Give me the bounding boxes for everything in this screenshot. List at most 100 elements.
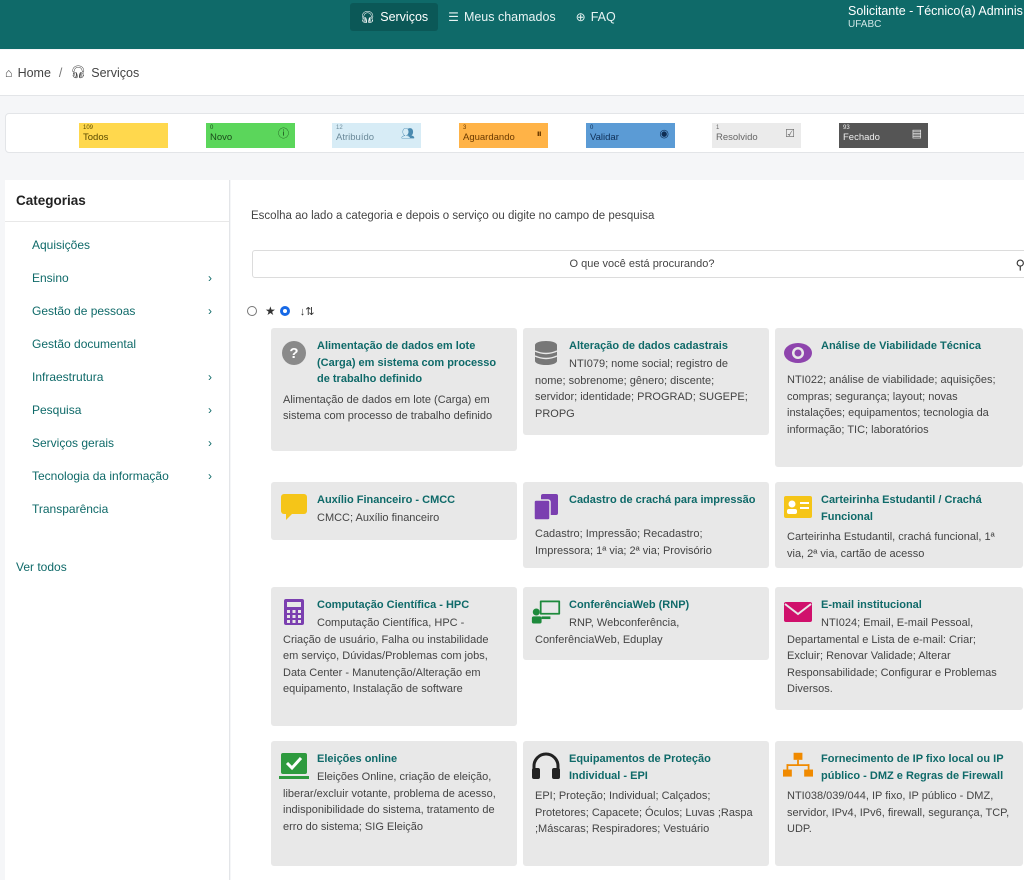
view-options: ★ ↓⇅: [247, 304, 314, 318]
breadcrumb-current[interactable]: Serviços: [91, 66, 139, 80]
sidebar-item-transparencia[interactable]: Transparência: [32, 502, 212, 516]
sidebar-item-pesquisa[interactable]: Pesquisa ›: [32, 403, 212, 417]
instruction-text: Escolha ao lado a categoria e depois o s…: [251, 210, 655, 222]
search-input[interactable]: O que você está procurando? ⚲: [252, 250, 1024, 278]
sidebar-item-label: Transparência: [32, 502, 109, 516]
presentation-icon: [531, 597, 561, 627]
lifebuoy-icon: ⊕: [575, 10, 586, 24]
star-icon: ★: [265, 304, 276, 318]
service-card[interactable]: Equipamentos de Proteção Individual - EP…: [523, 741, 769, 866]
calculator-icon: [279, 597, 309, 627]
copy-icon: [531, 492, 561, 522]
sidebar-item-label: Ensino: [32, 271, 69, 285]
breadcrumb: ⌂ Home / 🎧︎ Serviços: [0, 50, 1024, 96]
card-title: Eleições online: [317, 753, 398, 765]
breadcrumb-home[interactable]: Home: [18, 66, 51, 80]
database-icon: [531, 338, 561, 368]
search-icon[interactable]: ⚲: [1015, 257, 1024, 273]
sort-icon[interactable]: ↓⇅: [300, 305, 315, 318]
sidebar-item-ensino[interactable]: Ensino ›: [32, 271, 212, 285]
categories-sidebar: Categorias Aquisições Ensino › Gestão de…: [5, 180, 230, 880]
service-card[interactable]: Análise de Viabilidade Técnica NTI022; a…: [775, 328, 1023, 467]
sidebar-item-infraestrutura[interactable]: Infraestrutura ›: [32, 370, 212, 384]
user-org: UFABC: [848, 19, 882, 30]
sidebar-item-label: Gestão de pessoas: [32, 304, 136, 318]
exclamation-circle-icon: ⓘ: [278, 128, 289, 140]
card-title: Equipamentos de Proteção Individual - EP…: [569, 753, 711, 782]
card-title: Auxílio Financeiro - CMCC: [317, 494, 456, 506]
service-card[interactable]: Eleições online Eleições Online, criação…: [271, 741, 517, 866]
card-title: Alteração de dados cadastrais: [569, 340, 728, 352]
headphones-icon: [531, 751, 561, 781]
card-title: Fornecimento de IP fixo local ou IP públ…: [821, 753, 1004, 782]
svg-text:?: ?: [289, 345, 298, 362]
chevron-right-icon: ›: [208, 304, 212, 318]
services-main: Escolha ao lado a categoria e depois o s…: [231, 180, 1024, 880]
service-card[interactable]: Carteirinha Estudantil / Crachá Funciona…: [775, 482, 1023, 568]
service-card[interactable]: Cadastro de crachá para impressão Cadast…: [523, 482, 769, 568]
service-card[interactable]: ? Alimentação de dados em lote (Carga) e…: [271, 328, 517, 451]
card-description: Cadastro; Impressão; Recadastro; Impress…: [535, 528, 712, 557]
nav-faq[interactable]: ⊕ FAQ: [566, 3, 626, 31]
card-title: Computação Científica - HPC: [317, 599, 470, 611]
sidebar-item-label: Pesquisa: [32, 403, 82, 417]
archive-icon: ▤: [911, 128, 922, 140]
question-icon: ?: [279, 338, 309, 368]
card-description: NTI022; análise de viabilidade; aquisiçõ…: [787, 374, 996, 436]
card-description: NTI038/039/044, IP fixo, IP público - DM…: [787, 790, 1010, 835]
card-description: NTI079; nome social; registro de nome; s…: [535, 358, 748, 420]
nav-faq-label: FAQ: [590, 10, 616, 24]
status-tile-aguardando[interactable]: 3 Aguardando ⏸︎: [459, 123, 548, 148]
sidebar-item-gestao-documental[interactable]: Gestão documental: [32, 337, 212, 351]
eye-icon: [783, 338, 813, 368]
service-card[interactable]: E-mail institucional NTI024; Email, E-ma…: [775, 587, 1023, 710]
status-tile-validar[interactable]: 0 Validar ◉: [586, 123, 675, 148]
card-title: Análise de Viabilidade Técnica: [821, 340, 981, 352]
sidebar-item-aquisicoes[interactable]: Aquisições: [32, 238, 212, 252]
card-description: Alimentação de dados em lote (Carga) em …: [283, 393, 493, 423]
status-tile-novo[interactable]: 0 Novo ⓘ: [206, 123, 295, 148]
card-description: EPI; Proteção; Individual; Calçados; Pro…: [535, 790, 753, 835]
users-icon: 👥︎: [401, 128, 415, 140]
nav-my-tickets[interactable]: ☰ Meus chamados: [438, 3, 565, 31]
service-card[interactable]: Alteração de dados cadastrais NTI079; no…: [523, 328, 769, 435]
service-card[interactable]: Computação Científica - HPC Computação C…: [271, 587, 517, 726]
chevron-right-icon: ›: [208, 370, 212, 384]
status-count: 109: [83, 125, 94, 131]
card-description: NTI024; Email, E-mail Pessoal, Departame…: [787, 617, 997, 695]
service-card[interactable]: ConferênciaWeb (RNP) RNP, Webconferência…: [523, 587, 769, 660]
view-radio-all[interactable]: [247, 306, 257, 316]
search-placeholder: O que você está procurando?: [569, 258, 715, 270]
user-menu[interactable]: Solicitante - Técnico(a) Adminis... UFAB…: [848, 4, 1024, 32]
status-tile-atribuido[interactable]: 12 Atribuído 👥︎: [332, 123, 421, 148]
main-nav: 🎧︎ Serviços ☰ Meus chamados ⊕ FAQ: [350, 3, 626, 31]
status-tile-todos[interactable]: 109 Todos: [79, 123, 168, 148]
nav-services[interactable]: 🎧︎ Serviços: [350, 3, 439, 31]
view-radio-favorites[interactable]: [279, 306, 290, 316]
sidebar-item-label: Tecnologia da informação: [32, 469, 169, 483]
headset-icon: 🎧︎: [360, 10, 376, 24]
status-tile-resolvido[interactable]: 1 Resolvido ☑: [712, 123, 801, 148]
status-label: Resolvido: [716, 132, 758, 143]
service-card[interactable]: Auxílio Financeiro - CMCC CMCC; Auxílio …: [271, 482, 517, 540]
eye-icon: ◉: [659, 128, 669, 140]
card-description: Computação Científica, HPC - Criação de …: [283, 617, 489, 695]
see-all-link[interactable]: Ver todos: [16, 560, 67, 574]
list-icon: ☰: [448, 10, 459, 24]
service-card[interactable]: Fornecimento de IP fixo local ou IP públ…: [775, 741, 1023, 866]
chevron-right-icon: ›: [208, 403, 212, 417]
sidebar-title: Categorias: [5, 180, 229, 222]
chevron-right-icon: ›: [208, 436, 212, 450]
sidebar-item-label: Infraestrutura: [32, 370, 104, 384]
status-tile-fechado[interactable]: 93 Fechado ▤: [839, 123, 928, 148]
chevron-right-icon: ›: [208, 469, 212, 483]
card-title: Cadastro de crachá para impressão: [569, 494, 756, 506]
nav-services-label: Serviços: [380, 10, 429, 24]
home-icon: ⌂: [5, 65, 13, 80]
sidebar-item-tecnologia-informacao[interactable]: Tecnologia da informação ›: [32, 469, 212, 483]
sidebar-item-gestao-pessoas[interactable]: Gestão de pessoas ›: [32, 304, 212, 318]
status-count: 3: [463, 125, 467, 131]
user-name: Solicitante - Técnico(a) Adminis...: [848, 4, 1024, 18]
sidebar-item-servicos-gerais[interactable]: Serviços gerais ›: [32, 436, 212, 450]
check-square-icon: ☑: [785, 128, 795, 140]
